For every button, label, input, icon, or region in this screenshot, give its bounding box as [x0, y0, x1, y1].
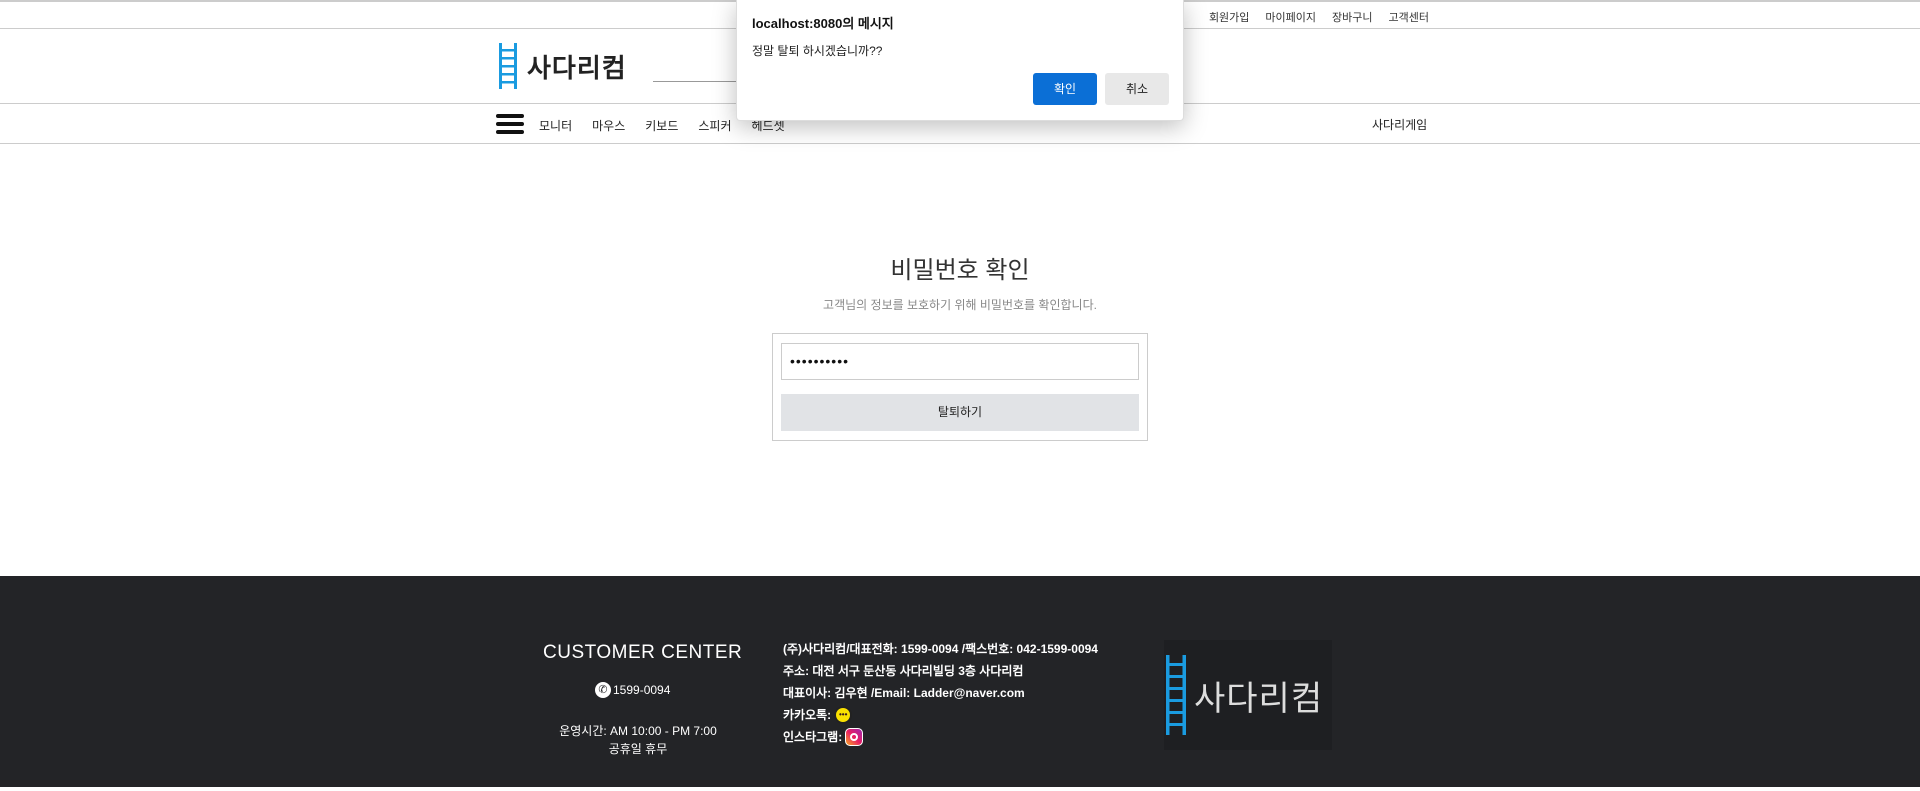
- password-form: •••••••••• 탈퇴하기: [772, 333, 1148, 441]
- ladder-icon: [1166, 655, 1186, 735]
- nav-item-monitor[interactable]: 모니터: [539, 117, 572, 134]
- footer: CUSTOMER CENTER ✆ 1599-0094 운영시간: AM 10:…: [0, 576, 1920, 787]
- nav-item-speaker[interactable]: 스피커: [698, 117, 731, 134]
- mypage-link[interactable]: 마이페이지: [1265, 9, 1316, 25]
- customer-center-title: CUSTOMER CENTER: [543, 642, 743, 663]
- footer-logo-text: 사다리컴: [1194, 679, 1324, 718]
- hamburger-icon[interactable]: [496, 114, 524, 134]
- instagram-row: 인스타그램:: [783, 726, 1098, 748]
- phone-icon: ✆: [595, 682, 611, 698]
- signup-link[interactable]: 회원가입: [1209, 9, 1249, 25]
- info-line-3: 대표이사: 김우현 /Email: Ladder@naver.com: [783, 686, 1025, 700]
- hours-text: 운영시간: AM 10:00 - PM 7:00: [559, 724, 717, 738]
- info-line-1: (주)사다리컴/대표전화: 1599-0094 /팩스번호: 042-1599-…: [783, 642, 1098, 656]
- cart-link[interactable]: 장바구니: [1332, 9, 1372, 25]
- footer-logo: 사다리컴: [1164, 640, 1332, 750]
- phone-number: 1599-0094: [613, 683, 671, 697]
- kakao-row: 카카오톡: •••: [783, 704, 1098, 726]
- nav-item-keyboard[interactable]: 키보드: [645, 117, 678, 134]
- business-hours: 운영시간: AM 10:00 - PM 7:00 공휴일 휴무: [520, 722, 756, 758]
- page-subtitle: 고객님의 정보를 보호하기 위해 비밀번호를 확인합니다.: [823, 298, 1097, 312]
- withdraw-button[interactable]: 탈퇴하기: [781, 394, 1139, 431]
- kakao-icon[interactable]: •••: [834, 706, 853, 724]
- top-links: 회원가입 마이페이지 장바구니 고객센터: [1209, 9, 1429, 25]
- confirm-dialog: localhost:8080의 메시지 정말 탈퇴 하시겠습니까?? 확인 취소: [736, 0, 1184, 121]
- instagram-icon[interactable]: [845, 728, 864, 746]
- customer-center-phone: ✆ 1599-0094: [595, 682, 670, 698]
- customer-center-link[interactable]: 고객센터: [1389, 9, 1429, 25]
- dialog-title: localhost:8080의 메시지: [752, 16, 894, 31]
- info-line-2: 주소: 대전 서구 둔산동 사다리빌딩 3층 사다리컴: [783, 664, 1024, 678]
- kakao-label: 카카오톡:: [783, 708, 832, 722]
- password-input[interactable]: ••••••••••: [781, 343, 1139, 380]
- holiday-text: 공휴일 휴무: [608, 742, 668, 756]
- page-title: 비밀번호 확인: [890, 257, 1030, 284]
- dialog-ok-button[interactable]: 확인: [1033, 73, 1097, 105]
- logo-text: 사다리컴: [527, 52, 627, 83]
- instagram-label: 인스타그램:: [783, 730, 843, 744]
- dialog-cancel-button[interactable]: 취소: [1105, 73, 1169, 105]
- ladder-icon: [499, 43, 517, 89]
- nav-item-mouse[interactable]: 마우스: [592, 117, 625, 134]
- company-info: (주)사다리컴/대표전화: 1599-0094 /팩스번호: 042-1599-…: [783, 638, 1098, 748]
- site-logo[interactable]: 사다리컴: [497, 43, 627, 89]
- ladder-game-link[interactable]: 사다리게임: [1372, 116, 1427, 133]
- dialog-message: 정말 탈퇴 하시겠습니까??: [752, 44, 883, 58]
